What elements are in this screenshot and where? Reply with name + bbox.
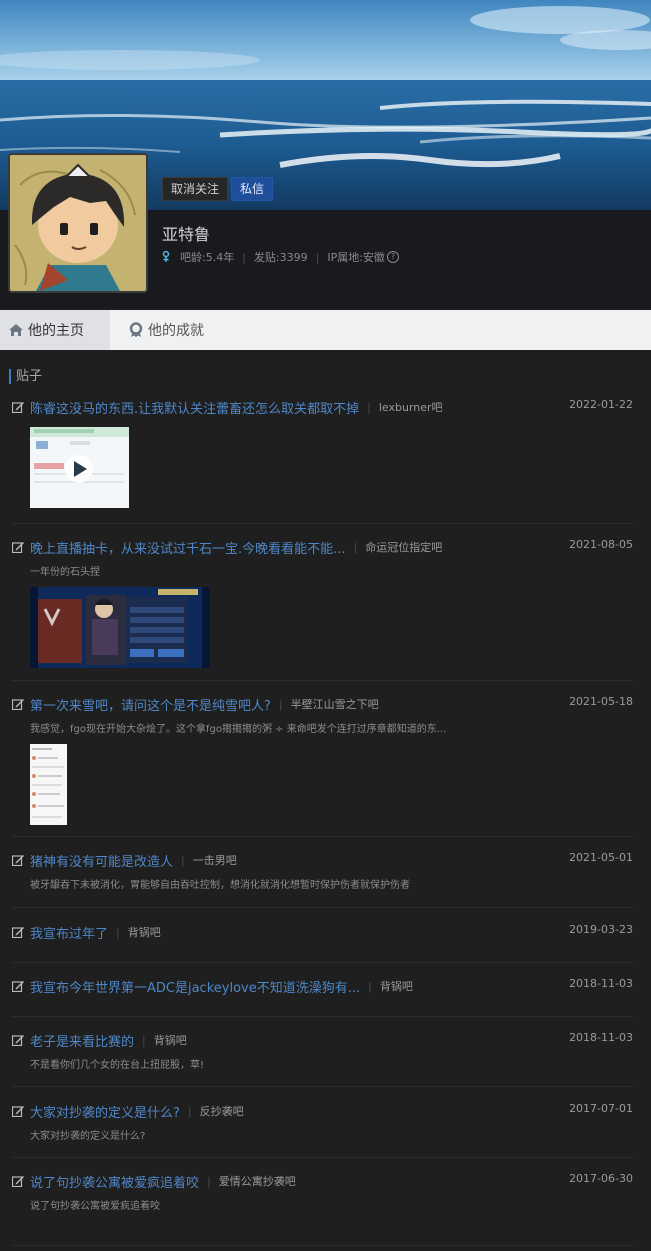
unfollow-button[interactable]: 取消关注 xyxy=(162,177,229,201)
edit-icon xyxy=(12,402,24,413)
forum-link[interactable]: 背锅吧 xyxy=(128,924,161,940)
avatar[interactable] xyxy=(8,153,148,293)
post-excerpt: 不是看你们几个女的在台上扭屁股，草! xyxy=(30,1060,205,1071)
forum-link[interactable]: 爱情公寓抄袭吧 xyxy=(219,1173,296,1189)
title-divider: | xyxy=(181,853,185,867)
title-divider: | xyxy=(278,697,283,711)
divider xyxy=(12,1245,633,1246)
profile-tabs: 他的主页 他的成就 xyxy=(0,310,651,350)
forum-link[interactable]: 半壁江山雪之下吧 xyxy=(291,696,379,712)
post-excerpt: 我感觉，fgo现在开始大杂烩了。这个拿fgo搊搊搊的粥 ÷ 来命吧发个连打过序章… xyxy=(30,724,447,735)
posts-panel: 贴子 陈睿这没马的东西.让我默认关注蕾畜还怎么取关都取不掉 | lexburne… xyxy=(0,350,651,1251)
post-title[interactable]: 猪神有没有可能是改造人 xyxy=(30,851,173,870)
list-item: 晚上直播抽卡，从来没试过千石一宝.今晚看看能不能... | 命运冠位指定吧 20… xyxy=(12,538,633,681)
post-date: 2017-07-01 xyxy=(569,1102,633,1115)
edit-icon xyxy=(12,1176,24,1187)
video-thumbnail-image xyxy=(30,427,129,508)
post-title[interactable]: 我宣布今年世界第一ADC是jackeylove不知道洗澡狗有... xyxy=(30,977,360,996)
title-divider: | xyxy=(368,979,372,993)
post-title[interactable]: 陈睿这没马的东西.让我默认关注蕾畜还怎么取关都取不掉 xyxy=(30,398,359,417)
post-excerpt: 说了句抄袭公寓被爱疯追着咬 xyxy=(30,1201,160,1212)
post-excerpt: 一年份的石头捏 xyxy=(30,567,100,578)
help-icon[interactable]: ? xyxy=(386,251,399,263)
phone-screenshot-image xyxy=(30,744,67,825)
post-date: 2022-01-22 xyxy=(569,398,633,411)
post-date: 2017-06-30 xyxy=(569,1172,633,1185)
title-divider: | xyxy=(116,925,120,939)
post-excerpt: 大家对抄袭的定义是什么? xyxy=(30,1131,146,1142)
tab-achievements-label: 他的成就 xyxy=(148,323,204,339)
home-icon xyxy=(9,324,23,336)
post-thumbnail[interactable] xyxy=(30,427,129,508)
divider xyxy=(12,962,633,963)
title-divider: | xyxy=(142,1033,146,1047)
post-title[interactable]: 老子是来看比赛的 xyxy=(30,1031,134,1050)
edit-icon xyxy=(12,981,24,992)
divider xyxy=(12,1086,633,1087)
edit-icon xyxy=(12,1035,24,1046)
list-item: 第一次来雪吧，请问这个是不是纯雪吧人? | 半壁江山雪之下吧 2021-05-1… xyxy=(12,695,633,837)
gender-male-icon xyxy=(162,251,170,262)
ip-location: IP属地:安徽 xyxy=(327,251,385,264)
post-thumbnail[interactable] xyxy=(30,587,210,668)
post-title[interactable]: 我宣布过年了 xyxy=(30,923,108,942)
forum-link[interactable]: 背锅吧 xyxy=(380,978,413,994)
post-date: 2021-05-01 xyxy=(569,851,633,864)
cartoon-avatar-icon xyxy=(10,155,146,291)
meta-divider: | xyxy=(242,250,246,264)
game-screenshot-image xyxy=(30,587,210,668)
title-divider: | xyxy=(367,400,371,414)
post-title[interactable]: 晚上直播抽卡，从来没试过千石一宝.今晚看看能不能... xyxy=(30,538,346,557)
divider xyxy=(12,907,633,908)
title-divider: | xyxy=(353,540,358,554)
tab-home-label: 他的主页 xyxy=(28,323,84,339)
title-divider: | xyxy=(207,1174,211,1188)
achievement-icon xyxy=(129,322,143,337)
post-date: 2021-05-18 xyxy=(569,695,633,708)
edit-icon xyxy=(12,855,24,866)
edit-icon xyxy=(12,1106,24,1117)
forum-link[interactable]: lexburner吧 xyxy=(379,399,443,415)
post-excerpt: 被牙龈吞下未被消化，胃能够自由吞吐控制，想消化就消化想暂时保护伤者就保护伤者 xyxy=(30,880,410,891)
post-date: 2018-11-03 xyxy=(569,977,633,990)
list-item: 我宣布今年世界第一ADC是jackeylove不知道洗澡狗有... | 背锅吧 … xyxy=(12,977,633,1017)
private-message-button[interactable]: 私信 xyxy=(231,177,274,201)
divider xyxy=(12,523,633,524)
section-title: 贴子 xyxy=(9,369,42,384)
post-date: 2018-11-03 xyxy=(569,1031,633,1044)
post-title[interactable]: 大家对抄袭的定义是什么? xyxy=(30,1102,180,1121)
edit-icon xyxy=(12,542,24,553)
post-thumbnail[interactable] xyxy=(30,744,67,825)
divider xyxy=(12,1016,633,1017)
tab-achievements[interactable]: 他的成就 xyxy=(110,310,220,350)
edit-icon xyxy=(12,927,24,938)
username: 亚特鲁 xyxy=(162,225,211,244)
edit-icon xyxy=(12,699,24,710)
post-date: 2021-08-05 xyxy=(569,538,633,551)
list-item: 陈睿这没马的东西.让我默认关注蕾畜还怎么取关都取不掉 | lexburner吧 … xyxy=(12,398,633,524)
post-date: 2019-03-23 xyxy=(569,923,633,936)
divider xyxy=(12,1157,633,1158)
title-divider: | xyxy=(187,1104,192,1118)
tab-home[interactable]: 他的主页 xyxy=(0,310,110,350)
list-item: 猪神有没有可能是改造人 | 一击男吧 2021-05-01 被牙龈吞下未被消化，… xyxy=(12,851,633,908)
divider xyxy=(12,836,633,837)
profile-meta: 吧龄:5.4年 | 发贴:3399 | IP属地:安徽 ? xyxy=(162,249,399,265)
forum-link[interactable]: 反抄袭吧 xyxy=(200,1103,244,1119)
post-title[interactable]: 说了句抄袭公寓被爱疯追着咬 xyxy=(30,1172,199,1191)
forum-link[interactable]: 一击男吧 xyxy=(193,852,237,868)
list-item: 说了句抄袭公寓被爱疯追着咬 | 爱情公寓抄袭吧 2017-06-30 说了句抄袭… xyxy=(12,1172,633,1246)
meta-divider: | xyxy=(315,250,320,264)
forum-link[interactable]: 命运冠位指定吧 xyxy=(365,539,442,555)
bar-age: 吧龄:5.4年 xyxy=(180,251,235,264)
post-count: 发贴:3399 xyxy=(253,251,308,264)
list-item: 大家对抄袭的定义是什么? | 反抄袭吧 2017-07-01 大家对抄袭的定义是… xyxy=(12,1102,633,1158)
list-item: 我宣布过年了 | 背锅吧 2019-03-23 xyxy=(12,923,633,963)
forum-link[interactable]: 背锅吧 xyxy=(154,1032,187,1048)
list-item: 老子是来看比赛的 | 背锅吧 2018-11-03 不是看你们几个女的在台上扭屁… xyxy=(12,1031,633,1087)
divider xyxy=(12,680,633,681)
post-title[interactable]: 第一次来雪吧，请问这个是不是纯雪吧人? xyxy=(30,695,271,714)
